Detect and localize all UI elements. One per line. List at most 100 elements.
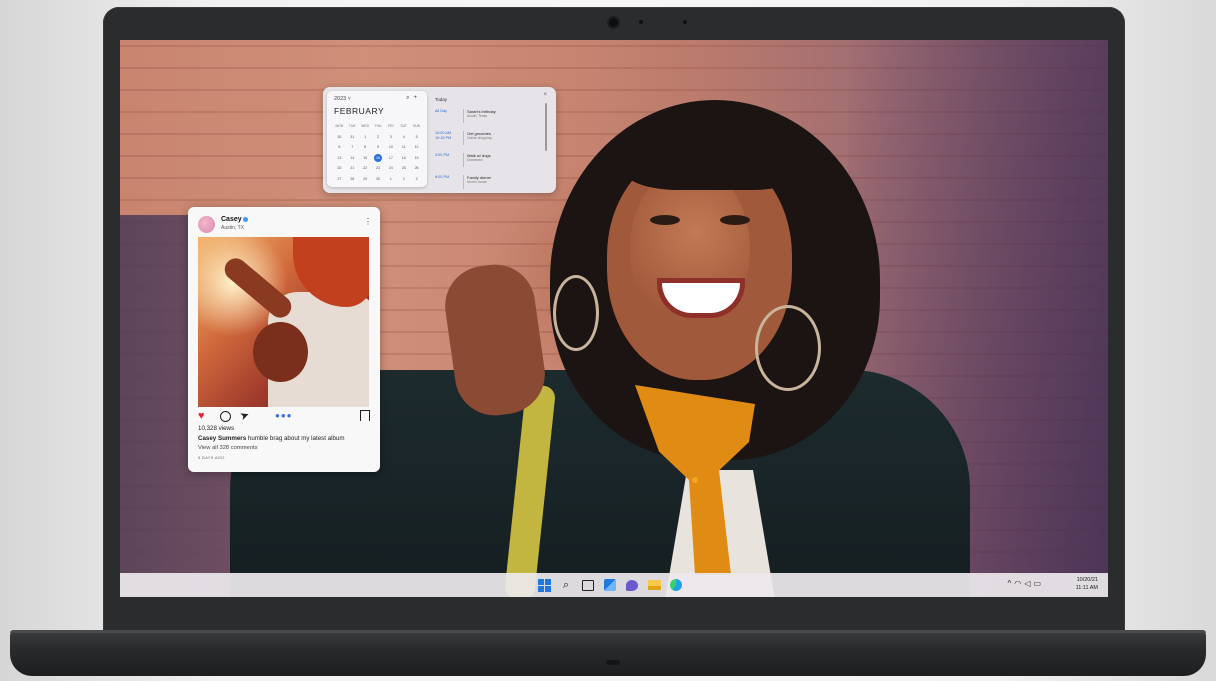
verified-badge-icon <box>243 217 248 222</box>
agenda-item[interactable]: All Day Sarah's birthday Austin, Texas <box>435 109 543 129</box>
calendar-day[interactable]: 11 <box>397 143 410 151</box>
post-timestamp: 5 DAYS AGO <box>198 455 225 460</box>
calendar-widget[interactable]: 2023 ˅ ⌕+ FEBRUARY MON TUE WED THU FRI SAT SUN… <box>323 87 556 193</box>
social-post-widget[interactable]: Casey Austin, TX ⋮ ♥ ➤ ●●● 10,328 views … <box>188 207 380 472</box>
calendar-day[interactable]: 14 <box>346 154 359 162</box>
calendar-day[interactable]: 12 <box>410 143 423 151</box>
desktop-screen: 2023 ˅ ⌕+ FEBRUARY MON TUE WED THU FRI SAT SUN… <box>120 40 1108 597</box>
agenda-panel: Today × All Day Sarah's birthday Austin, T… <box>435 91 549 189</box>
agenda-time: 10:00 AM 10:15 PM <box>435 131 452 140</box>
calendar-day[interactable]: 10 <box>384 143 397 151</box>
agenda-divider <box>463 131 464 145</box>
edge-browser-icon[interactable] <box>668 577 684 593</box>
battery-icon[interactable]: ▭ <box>1033 579 1044 588</box>
calendar-day[interactable]: 30 <box>333 133 346 141</box>
file-explorer-icon[interactable] <box>646 577 662 593</box>
calendar-day[interactable]: 20 <box>333 164 346 172</box>
calendar-day[interactable]: 24 <box>384 164 397 172</box>
more-options-icon[interactable]: ⋮ <box>364 217 372 226</box>
post-actions: ♥ ➤ ●●● <box>198 408 370 423</box>
calendar-day[interactable]: 25 <box>397 164 410 172</box>
weekday-label: FRI <box>388 124 394 128</box>
calendar-day[interactable]: 31 <box>346 133 359 141</box>
agenda-divider <box>463 153 464 167</box>
calendar-day[interactable]: 19 <box>410 154 423 162</box>
light-sensor <box>639 20 643 24</box>
calendar-day[interactable]: 2 <box>397 175 410 183</box>
taskbar-clock[interactable]: 10/20/21 11:11 AM <box>1076 576 1098 592</box>
light-sensor-right <box>683 20 687 24</box>
calendar-day[interactable]: 5 <box>410 133 423 141</box>
calendar-day[interactable]: 29 <box>359 175 372 183</box>
agenda-scrollbar[interactable] <box>545 103 547 151</box>
agenda-subtitle: Austin, Texas <box>467 114 488 118</box>
weekday-label: SAT <box>400 124 407 128</box>
calendar-day[interactable]: 2 <box>372 133 385 141</box>
windows-start-icon[interactable] <box>536 577 552 593</box>
clock-time: 11:11 AM <box>1075 585 1098 591</box>
agenda-subtitle: Online shopping <box>467 136 492 140</box>
task-view-icon[interactable] <box>580 577 596 593</box>
agenda-item[interactable]: 3:00 PM Walk w/ dogs Downtown <box>435 153 543 173</box>
caption-text: humble brag about my latest album <box>246 435 345 442</box>
calendar-day[interactable]: 9 <box>372 143 385 151</box>
calendar-day[interactable]: 28 <box>346 175 359 183</box>
agenda-divider <box>463 175 464 189</box>
agenda-item[interactable]: 8:00 PM Family dinner Mom's house <box>435 175 543 195</box>
plus-icon[interactable]: + <box>413 95 421 101</box>
calendar-day[interactable]: 21 <box>346 164 359 172</box>
post-caption: Casey Summers humble brag about my lates… <box>198 435 345 442</box>
calendar-day[interactable]: 3 <box>384 133 397 141</box>
close-icon[interactable]: × <box>543 92 547 98</box>
post-views: 10,328 views <box>198 425 235 432</box>
year-selector[interactable]: 2023 ˅ <box>334 96 351 102</box>
hinge <box>10 630 1206 633</box>
calendar-day[interactable]: 17 <box>384 154 397 162</box>
weekday-label: TUE <box>348 124 356 128</box>
taskbar: ⌕ ^◠◁▭ 10/20/21 11:11 AM <box>120 573 1108 597</box>
calendar-day[interactable]: 30 <box>372 175 385 183</box>
widgets-icon[interactable] <box>602 577 618 593</box>
webcam <box>609 18 618 27</box>
calendar-day[interactable]: 18 <box>397 154 410 162</box>
calendar-day[interactable]: 16 <box>373 153 382 162</box>
like-heart-icon[interactable]: ♥ <box>198 410 205 422</box>
avatar[interactable] <box>198 216 215 233</box>
weekday-label: MON <box>335 124 344 128</box>
post-username[interactable]: Casey <box>221 216 242 223</box>
laptop-base <box>10 630 1206 676</box>
caption-user[interactable]: Casey Summers <box>198 435 246 442</box>
system-tray: ^◠◁▭ <box>1008 579 1044 588</box>
calendar-day[interactable]: 1 <box>359 133 372 141</box>
wifi-icon[interactable]: ◠ <box>1014 579 1024 588</box>
view-comments-link[interactable]: View all 328 comments <box>198 445 258 451</box>
weekday-label: SUN <box>412 124 421 128</box>
comment-icon[interactable] <box>220 411 231 422</box>
calendar-day[interactable]: 7 <box>346 143 359 151</box>
agenda-time: 8:00 PM <box>435 175 450 179</box>
calendar-day[interactable]: 4 <box>397 133 410 141</box>
carousel-dots-icon: ●●● <box>275 411 293 420</box>
bookmark-icon[interactable] <box>360 410 370 421</box>
taskbar-pinned-apps: ⌕ <box>536 577 684 593</box>
calendar-day[interactable]: 1 <box>384 175 397 183</box>
calendar-day[interactable]: 8 <box>359 143 372 151</box>
post-photo[interactable] <box>198 237 369 407</box>
clock-date: 10/20/21 <box>1076 577 1098 583</box>
calendar-day[interactable]: 22 <box>359 164 372 172</box>
calendar-day[interactable]: 13 <box>333 154 346 162</box>
lid-opening-notch <box>606 660 620 665</box>
calendar-day[interactable]: 23 <box>372 164 385 172</box>
share-send-icon[interactable]: ➤ <box>238 408 251 423</box>
calendar-day[interactable]: 3 <box>410 175 423 183</box>
chat-icon[interactable] <box>624 577 640 593</box>
calendar-tools: ⌕+ <box>406 95 421 102</box>
agenda-item[interactable]: 10:00 AM 10:15 PM Get groceries Online sho… <box>435 131 543 151</box>
calendar-day[interactable]: 15 <box>359 154 372 162</box>
month-title: FEBRUARY <box>334 106 385 116</box>
search-icon[interactable]: ⌕ <box>558 577 574 593</box>
calendar-day[interactable]: 6 <box>333 143 346 151</box>
calendar-day[interactable]: 26 <box>410 164 423 172</box>
post-location: Austin, TX <box>221 225 244 231</box>
calendar-day[interactable]: 27 <box>333 175 346 183</box>
